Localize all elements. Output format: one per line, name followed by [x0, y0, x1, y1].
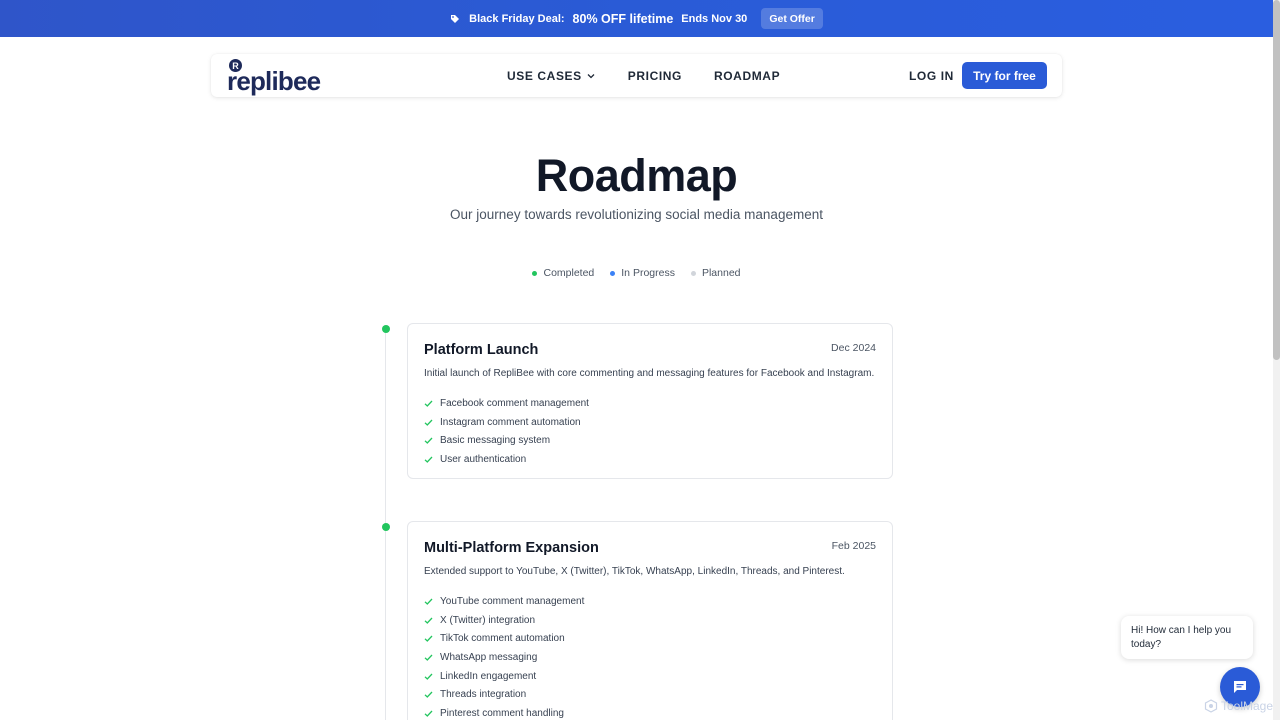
legend-label: Planned	[701, 267, 741, 279]
check-icon	[424, 455, 433, 464]
list-item: Threads integration	[424, 685, 584, 704]
feature-label: Instagram comment automation	[440, 416, 581, 428]
promo-banner: Black Friday Deal: 80% OFF lifetime Ends…	[0, 0, 1273, 37]
feature-label: Threads integration	[440, 689, 527, 701]
legend-completed: Completed	[532, 267, 594, 279]
feature-list: Facebook comment management Instagram co…	[424, 394, 589, 469]
navbar: R replibee USE CASES PRICING ROADMAP LOG…	[211, 54, 1062, 97]
chat-greeting-bubble[interactable]: Hi! How can I help you today?	[1121, 616, 1253, 659]
feature-label: X (Twitter) integration	[440, 614, 536, 626]
page-subtitle: Our journey towards revolutionizing soci…	[450, 207, 823, 222]
login-link[interactable]: LOG IN	[909, 69, 954, 83]
scrollbar-thumb[interactable]	[1273, 0, 1280, 360]
logo-mark: R	[229, 59, 242, 72]
timeline-dot-completed	[382, 523, 390, 531]
feature-label: TikTok comment automation	[440, 633, 565, 645]
feature-list: YouTube comment management X (Twitter) i…	[424, 592, 584, 720]
chat-icon	[1233, 680, 1247, 694]
check-icon	[424, 672, 433, 681]
nav-use-cases-label: USE CASES	[507, 68, 582, 83]
feature-label: Pinterest comment handling	[440, 707, 564, 719]
list-item: User authentication	[424, 450, 589, 469]
try-for-free-button[interactable]: Try for free	[962, 62, 1047, 89]
nav-links: USE CASES PRICING ROADMAP	[507, 54, 780, 97]
feature-label: YouTube comment management	[440, 595, 585, 607]
list-item: X (Twitter) integration	[424, 611, 584, 630]
scrollbar[interactable]	[1273, 0, 1280, 720]
check-icon	[424, 690, 433, 699]
list-item: Facebook comment management	[424, 394, 589, 413]
check-icon	[424, 418, 433, 427]
logo-text: replibee	[227, 66, 321, 96]
list-item: LinkedIn engagement	[424, 667, 584, 686]
check-icon	[424, 399, 433, 408]
status-legend: Completed In Progress Planned	[0, 267, 1273, 279]
list-item: Basic messaging system	[424, 431, 589, 450]
in-progress-dot-icon	[610, 270, 616, 276]
milestone-card: Platform Launch Dec 2024 Initial launch …	[407, 323, 893, 479]
feature-label: User authentication	[440, 453, 527, 465]
nav-pricing[interactable]: PRICING	[628, 69, 682, 83]
legend-planned: Planned	[690, 267, 741, 279]
legend-in-progress: In Progress	[610, 267, 675, 279]
milestone-title: Platform Launch	[424, 342, 539, 358]
check-icon	[424, 709, 433, 718]
check-icon	[424, 597, 433, 606]
tag-icon	[450, 14, 460, 24]
watermark: ToolMage	[1204, 699, 1273, 713]
list-item: YouTube comment management	[424, 592, 584, 611]
list-item: TikTok comment automation	[424, 629, 584, 648]
nav-roadmap[interactable]: ROADMAP	[714, 69, 780, 83]
get-offer-button[interactable]: Get Offer	[761, 8, 823, 29]
logo[interactable]: R replibee	[227, 59, 321, 96]
check-icon	[424, 616, 433, 625]
completed-dot-icon	[532, 270, 538, 276]
check-icon	[424, 436, 433, 445]
milestone-title: Multi-Platform Expansion	[424, 540, 599, 556]
milestone-card: Multi-Platform Expansion Feb 2025 Extend…	[407, 521, 893, 720]
milestone-date: Feb 2025	[831, 540, 876, 552]
list-item: WhatsApp messaging	[424, 648, 584, 667]
promo-highlight: 80% OFF lifetime	[572, 11, 674, 26]
feature-label: Facebook comment management	[440, 397, 589, 409]
list-item: Instagram comment automation	[424, 413, 589, 432]
list-item: Pinterest comment handling	[424, 704, 584, 720]
chevron-down-icon	[586, 71, 596, 81]
milestone-date: Dec 2024	[831, 342, 876, 354]
planned-dot-icon	[690, 270, 696, 276]
watermark-logo-icon	[1204, 699, 1218, 713]
check-icon	[424, 634, 433, 643]
feature-label: WhatsApp messaging	[440, 651, 538, 663]
feature-label: LinkedIn engagement	[440, 670, 537, 682]
nav-use-cases[interactable]: USE CASES	[507, 69, 596, 83]
milestone-description: Extended support to YouTube, X (Twitter)…	[424, 566, 845, 577]
check-icon	[424, 653, 433, 662]
milestone-description: Initial launch of RepliBee with core com…	[424, 368, 875, 379]
watermark-text: ToolMage	[1221, 699, 1274, 713]
promo-label: Black Friday Deal:	[469, 12, 565, 25]
timeline-dot-completed	[382, 325, 390, 333]
legend-label: Completed	[543, 267, 595, 279]
feature-label: Basic messaging system	[440, 435, 551, 447]
legend-label: In Progress	[621, 267, 675, 279]
page-title: Roadmap	[535, 150, 738, 201]
promo-end-date: Ends Nov 30	[681, 12, 748, 25]
